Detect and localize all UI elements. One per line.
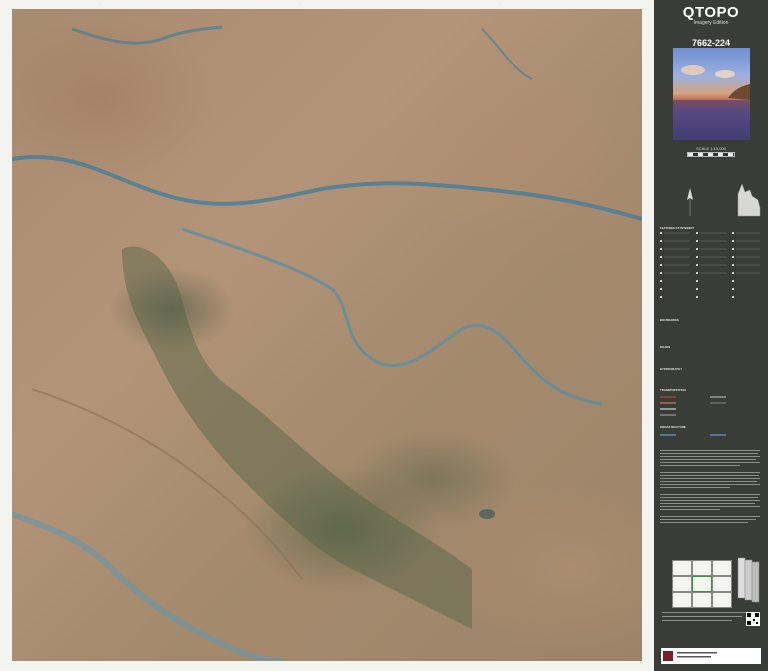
edition-label: Imagery Edition — [693, 20, 729, 26]
adjoining-sheet — [712, 592, 732, 608]
northeast-creek — [481, 28, 533, 80]
scale-bar — [687, 152, 735, 157]
creek-channel — [181, 227, 603, 406]
fold-diagram-icon — [737, 557, 760, 603]
satellite-imagery[interactable] — [12, 9, 642, 661]
qr-code-icon[interactable] — [746, 612, 760, 626]
product-title: QTOPO — [682, 4, 740, 21]
adjoining-sheet — [692, 592, 712, 608]
government-logo-strip — [661, 648, 761, 664]
adjoining-sheet — [712, 576, 732, 592]
adjoining-sheet — [692, 560, 712, 576]
legend-heading: BOUNDARIES — [660, 318, 679, 322]
disclaimer-text-block — [660, 450, 762, 540]
north-creek — [71, 25, 223, 45]
adjoining-sheet — [672, 592, 692, 608]
scale-label: SCALE 1:15,000 — [696, 146, 726, 151]
adjoining-sheet — [712, 560, 732, 576]
legend-heading: HYDROGRAPHY — [660, 367, 683, 371]
map-frame: · · · — [0, 0, 654, 671]
current-sheet — [692, 576, 712, 592]
adjoining-sheet — [672, 560, 692, 576]
legend-heading: FEATURES OF INTEREST — [660, 226, 695, 230]
grid-tick-label: · — [300, 1, 301, 5]
grid-tick-label: · — [100, 1, 101, 5]
imagery-features — [12, 25, 642, 661]
map-sidebar: QTOPO Imagery Edition 7662-224 SCALE 1:1… — [654, 0, 768, 671]
river-floodplain — [12, 511, 283, 661]
legend-heading: ROADS — [660, 345, 671, 349]
river-channel — [12, 155, 642, 221]
line-symbols — [660, 396, 726, 436]
legend-symbols — [660, 232, 760, 298]
dam — [479, 509, 495, 519]
sheet-number: 7662-224 — [691, 38, 731, 48]
adjoining-sheet — [672, 576, 692, 592]
queensland-state-outline-icon — [737, 183, 761, 217]
adjoining-sheets-diagram — [672, 560, 732, 608]
cover-photo — [673, 48, 750, 140]
legend-heading: TRANSPORTATION — [660, 388, 686, 392]
grid-tick-label: · — [500, 1, 501, 5]
north-arrow-icon — [687, 188, 693, 216]
